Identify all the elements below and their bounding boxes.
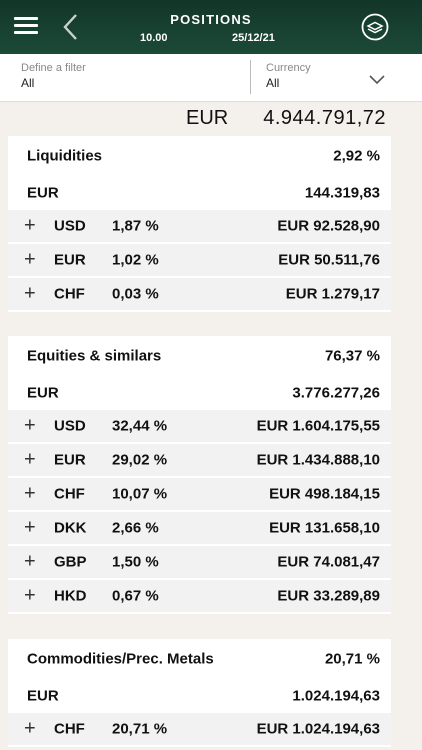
section-commodities: Commodities/Prec. Metals 20,71 % EUR 1.0… bbox=[8, 639, 391, 747]
plus-icon[interactable]: + bbox=[24, 249, 36, 272]
subtotal-currency: EUR bbox=[27, 687, 59, 705]
app-header: POSITIONS 10.00 25/12/21 bbox=[0, 0, 422, 54]
row-value: EUR 1.434.888,10 bbox=[256, 451, 380, 469]
subtotal-value: 1.024.194,63 bbox=[292, 687, 380, 705]
position-row[interactable]: + HKD 0,67 % EUR 33.289,89 bbox=[8, 580, 391, 614]
row-currency: EUR bbox=[54, 451, 86, 469]
position-row[interactable]: + EUR 1,02 % EUR 50.511,76 bbox=[8, 244, 391, 278]
header-time: 10.00 bbox=[140, 32, 168, 44]
row-currency: CHF bbox=[54, 720, 85, 738]
section-header[interactable]: Liquidities 2,92 % bbox=[8, 136, 391, 176]
position-row[interactable]: + CHF 10,07 % EUR 498.184,15 bbox=[8, 478, 391, 512]
plus-icon[interactable]: + bbox=[24, 718, 36, 741]
position-row[interactable]: + GBP 1,50 % EUR 74.081,47 bbox=[8, 546, 391, 580]
total-row: EUR 4.944.791,72 bbox=[0, 102, 422, 136]
row-pct: 2,66 % bbox=[112, 519, 159, 537]
row-value: EUR 1.604.175,55 bbox=[256, 417, 380, 435]
row-currency: EUR bbox=[54, 251, 86, 269]
row-value: EUR 33.289,89 bbox=[277, 587, 380, 605]
row-currency: USD bbox=[54, 217, 86, 235]
row-pct: 0,03 % bbox=[112, 285, 159, 303]
row-value: EUR 92.528,90 bbox=[277, 217, 380, 235]
filter-divider bbox=[250, 60, 251, 94]
position-row[interactable]: + DKK 2,66 % EUR 131.658,10 bbox=[8, 512, 391, 546]
plus-icon[interactable]: + bbox=[24, 551, 36, 574]
section-title: Liquidities bbox=[27, 147, 102, 165]
row-value: EUR 50.511,76 bbox=[278, 251, 380, 269]
plus-icon[interactable]: + bbox=[24, 215, 36, 238]
row-pct: 10,07 % bbox=[112, 485, 168, 503]
subtotal-currency: EUR bbox=[27, 184, 59, 202]
row-pct: 20,71 % bbox=[112, 720, 168, 738]
plus-icon[interactable]: + bbox=[24, 585, 36, 608]
row-currency: USD bbox=[54, 417, 86, 435]
row-pct: 1,02 % bbox=[112, 251, 159, 269]
section-pct: 20,71 % bbox=[324, 650, 380, 668]
section-title: Commodities/Prec. Metals bbox=[27, 650, 214, 668]
section-subtotal: EUR 3.776.277,26 bbox=[8, 376, 391, 410]
position-row[interactable]: + CHF 0,03 % EUR 1.279,17 bbox=[8, 278, 391, 312]
currency-label: Currency bbox=[266, 62, 311, 74]
row-currency: GBP bbox=[54, 553, 87, 571]
section-header[interactable]: Commodities/Prec. Metals 20,71 % bbox=[8, 639, 391, 679]
row-pct: 1,50 % bbox=[112, 553, 159, 571]
section-pct: 76,37 % bbox=[324, 347, 380, 365]
subtotal-value: 144.319,83 bbox=[304, 184, 380, 202]
plus-icon[interactable]: + bbox=[24, 517, 36, 540]
row-value: EUR 1.279,17 bbox=[285, 285, 380, 303]
section-subtotal: EUR 1.024.194,63 bbox=[8, 679, 391, 713]
plus-icon[interactable]: + bbox=[24, 415, 36, 438]
section-subtotal: EUR 144.319,83 bbox=[8, 176, 391, 210]
row-value: EUR 1.024.194,63 bbox=[256, 720, 380, 738]
header-date: 25/12/21 bbox=[232, 32, 275, 44]
position-row[interactable]: + EUR 29,02 % EUR 1.434.888,10 bbox=[8, 444, 391, 478]
total-value: 4.944.791,72 bbox=[263, 107, 386, 129]
section-title: Equities & similars bbox=[27, 347, 162, 365]
row-currency: HKD bbox=[54, 587, 87, 605]
total-currency: EUR bbox=[186, 107, 229, 129]
row-currency: CHF bbox=[54, 485, 85, 503]
row-value: EUR 74.081,47 bbox=[277, 553, 380, 571]
filter-label: Define a filter bbox=[21, 62, 86, 74]
position-row[interactable]: + CHF 20,71 % EUR 1.024.194,63 bbox=[8, 713, 391, 747]
currency-select[interactable]: All bbox=[266, 76, 279, 90]
filter-bar: Define a filter All Currency All bbox=[0, 54, 422, 102]
plus-icon[interactable]: + bbox=[24, 283, 36, 306]
chevron-down-icon[interactable] bbox=[368, 74, 386, 86]
row-pct: 29,02 % bbox=[112, 451, 168, 469]
layers-settings-icon[interactable] bbox=[361, 13, 389, 41]
row-currency: DKK bbox=[54, 519, 87, 537]
row-currency: CHF bbox=[54, 285, 85, 303]
filter-select[interactable]: All bbox=[21, 76, 34, 90]
section-header[interactable]: Equities & similars 76,37 % bbox=[8, 336, 391, 376]
section-liquidities: Liquidities 2,92 % EUR 144.319,83 + USD … bbox=[8, 136, 391, 312]
row-pct: 0,67 % bbox=[112, 587, 159, 605]
page-title: POSITIONS bbox=[170, 12, 252, 27]
subtotal-currency: EUR bbox=[27, 384, 59, 402]
row-pct: 1,87 % bbox=[112, 217, 159, 235]
section-pct: 2,92 % bbox=[333, 147, 380, 165]
row-value: EUR 131.658,10 bbox=[269, 519, 380, 537]
plus-icon[interactable]: + bbox=[24, 449, 36, 472]
position-row[interactable]: + USD 32,44 % EUR 1.604.175,55 bbox=[8, 410, 391, 444]
section-equities: Equities & similars 76,37 % EUR 3.776.27… bbox=[8, 336, 391, 614]
row-pct: 32,44 % bbox=[112, 417, 168, 435]
row-value: EUR 498.184,15 bbox=[269, 485, 380, 503]
plus-icon[interactable]: + bbox=[24, 483, 36, 506]
subtotal-value: 3.776.277,26 bbox=[292, 384, 380, 402]
position-row[interactable]: + USD 1,87 % EUR 92.528,90 bbox=[8, 210, 391, 244]
